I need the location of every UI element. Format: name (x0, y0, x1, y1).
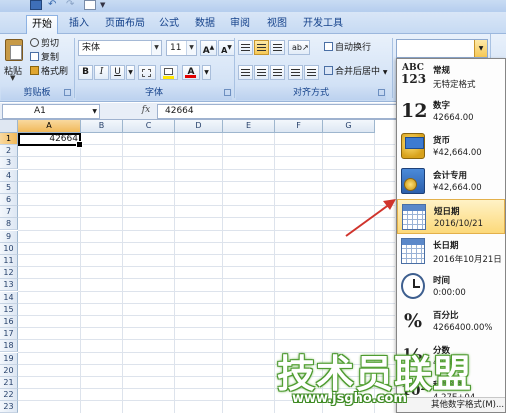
arrow-shaft (345, 203, 391, 237)
watermark-logo: 技术员联盟 (277, 352, 473, 396)
watermark-url: www.jsgho.com (292, 391, 407, 406)
